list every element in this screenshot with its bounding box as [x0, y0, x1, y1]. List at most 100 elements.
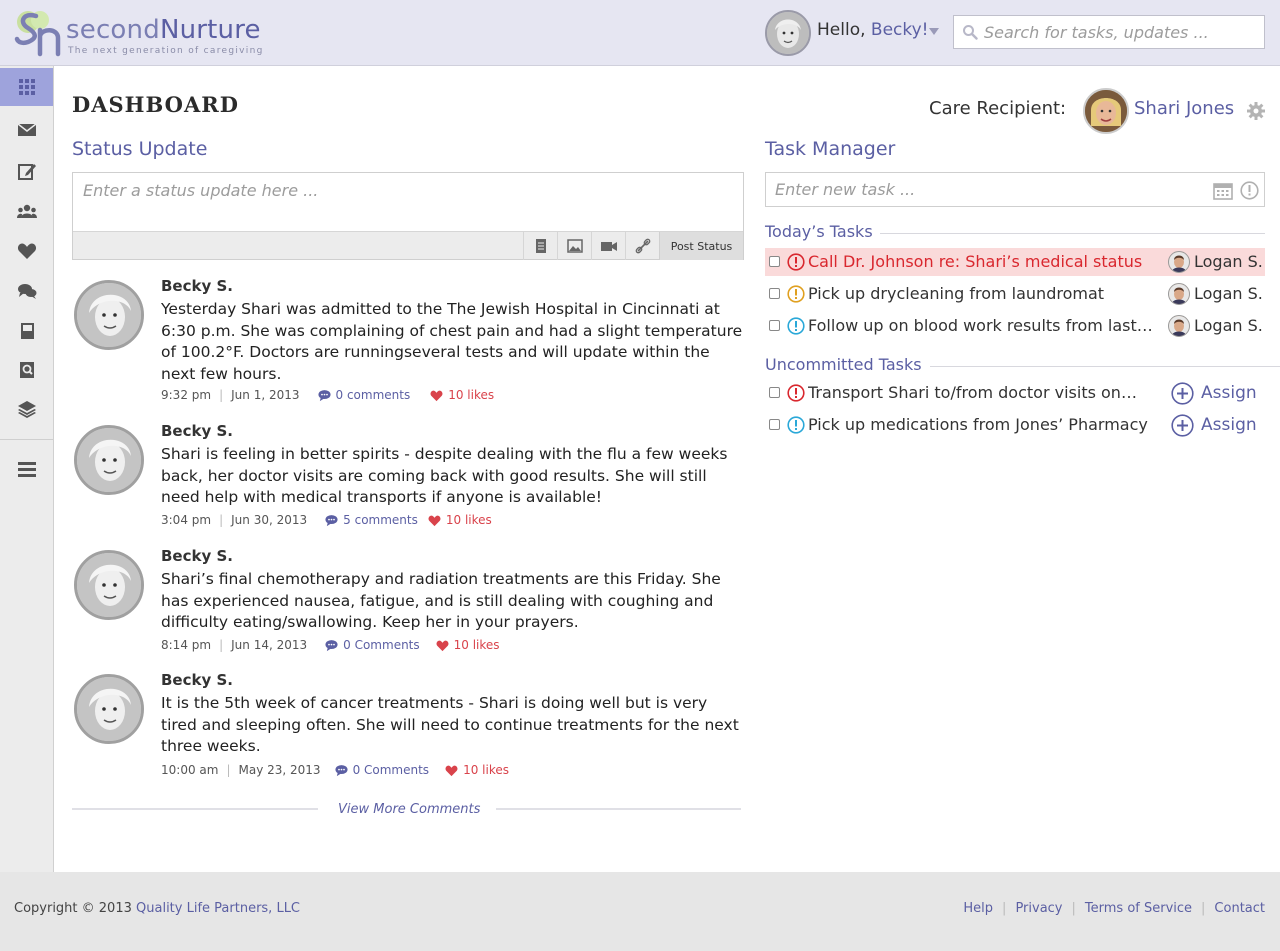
comment-icon — [325, 639, 338, 651]
likes-link[interactable]: 10 likes — [430, 388, 494, 402]
task-checkbox[interactable] — [769, 256, 780, 267]
divider-line — [930, 366, 1280, 367]
comments-link[interactable]: 0 Comments — [325, 638, 420, 652]
company-link[interactable]: Quality Life Partners, LLC — [136, 901, 300, 916]
user-menu-name[interactable]: Becky! — [871, 20, 929, 40]
task-checkbox[interactable] — [769, 288, 780, 299]
comments-link[interactable]: 0 Comments — [335, 763, 429, 777]
task-row[interactable]: Transport Shari to/from doctor visits on… — [765, 379, 1265, 407]
comments-link[interactable]: 0 comments — [317, 388, 410, 402]
sidebar-item-documents[interactable] — [0, 351, 53, 389]
heart-icon — [17, 243, 36, 259]
assignee-avatar — [1168, 315, 1190, 337]
logo-tagline: The next generation of caregiving — [68, 46, 264, 56]
post-author-avatar[interactable] — [74, 425, 144, 495]
sidebar-item-circle[interactable] — [0, 193, 53, 231]
likes-link[interactable]: 10 likes — [445, 763, 509, 777]
task-assignee[interactable]: Logan S. — [1194, 252, 1263, 271]
view-more-comments-link[interactable]: View More Comments — [338, 802, 480, 817]
post-body: Shari is feeling in better spirits - des… — [161, 445, 728, 506]
footer-links: Help | Privacy | Terms of Service | Contact — [963, 901, 1265, 916]
attach-photo-button[interactable] — [557, 232, 591, 260]
privacy-link[interactable]: Privacy — [1015, 901, 1062, 916]
attach-link-button[interactable] — [625, 232, 659, 260]
likes-link[interactable]: 10 likes — [428, 513, 492, 527]
task-title[interactable]: Transport Shari to/from doctor visits on… — [808, 383, 1138, 402]
divider-line — [72, 808, 318, 810]
care-recipient-label: Care Recipient: — [929, 98, 1067, 119]
terms-link[interactable]: Terms of Service — [1085, 901, 1192, 916]
meta-divider: | — [219, 513, 224, 527]
user-avatar[interactable] — [765, 10, 811, 56]
assign-button[interactable]: Assign — [1171, 413, 1257, 437]
alert-high-icon — [787, 384, 805, 402]
sidebar-item-dashboard[interactable] — [0, 68, 53, 106]
task-row[interactable]: Call Dr. Johnson re: Shari’s medical sta… — [765, 248, 1265, 276]
priority-icon[interactable] — [1240, 181, 1259, 200]
search-icon — [963, 25, 978, 40]
new-task-input[interactable] — [775, 173, 1205, 206]
task-title[interactable]: Pick up drycleaning from laundromat — [808, 284, 1158, 303]
search-input[interactable] — [984, 16, 1260, 48]
assignee-avatar — [1168, 251, 1190, 273]
post-author-avatar[interactable] — [74, 280, 144, 350]
care-recipient-avatar[interactable] — [1083, 88, 1129, 134]
footer: Copyright © 2013 Quality Life Partners, … — [0, 872, 1280, 951]
search-doc-icon — [19, 362, 34, 378]
help-link[interactable]: Help — [963, 901, 993, 916]
post-status-button[interactable]: Post Status — [659, 232, 743, 260]
contact-link[interactable]: Contact — [1214, 901, 1265, 916]
task-title[interactable]: Call Dr. Johnson re: Shari’s medical sta… — [808, 252, 1158, 271]
task-title[interactable]: Follow up on blood work results from las… — [808, 316, 1154, 335]
post-date: May 23, 2013 — [238, 763, 321, 777]
attach-document-button[interactable] — [523, 232, 557, 260]
task-row[interactable]: Follow up on blood work results from las… — [765, 312, 1265, 340]
post-body: Shari’s final chemotherapy and radiation… — [161, 570, 721, 631]
task-checkbox[interactable] — [769, 387, 780, 398]
likes-link[interactable]: 10 likes — [436, 638, 500, 652]
calendar-icon[interactable] — [1213, 182, 1233, 200]
sidebar-item-menu[interactable] — [0, 450, 53, 488]
sidebar-item-favorites[interactable] — [0, 232, 53, 270]
sidebar-item-messages[interactable] — [0, 111, 53, 149]
post-author-avatar[interactable] — [74, 550, 144, 620]
page-title: DASHBOARD — [72, 92, 239, 117]
meta-divider: | — [226, 763, 231, 777]
task-assignee[interactable]: Logan S. — [1194, 284, 1263, 303]
attach-video-button[interactable] — [591, 232, 625, 260]
meta-divider: | — [219, 388, 224, 402]
post-time: 9:32 pm — [161, 388, 212, 402]
assign-button[interactable]: Assign — [1171, 381, 1257, 405]
sidebar-item-resources[interactable] — [0, 390, 53, 428]
sidebar-item-journal[interactable] — [0, 312, 53, 350]
task-manager-title: Task Manager — [765, 138, 896, 160]
alert-medium-icon — [787, 285, 805, 303]
sidebar-item-compose[interactable] — [0, 152, 53, 190]
link-divider: | — [1071, 901, 1076, 916]
logo[interactable]: secondNurture The next generation of car… — [14, 8, 262, 58]
gear-icon[interactable] — [1247, 102, 1265, 120]
assignee-avatar — [1168, 283, 1190, 305]
link-divider: | — [1002, 901, 1007, 916]
uncommitted-tasks-heading: Uncommitted Tasks — [765, 355, 922, 374]
greeting: Hello, Becky! — [817, 20, 929, 40]
care-recipient-name[interactable]: Shari Jones — [1134, 98, 1234, 119]
sidebar-item-discussions[interactable] — [0, 272, 53, 310]
post-author[interactable]: Becky S. — [161, 547, 233, 565]
alert-high-icon — [787, 253, 805, 271]
post-author-avatar[interactable] — [74, 674, 144, 744]
task-row[interactable]: Pick up medications from Jones’ Pharmacy… — [765, 411, 1265, 439]
task-checkbox[interactable] — [769, 320, 780, 331]
post-author[interactable]: Becky S. — [161, 277, 233, 295]
post-author[interactable]: Becky S. — [161, 422, 233, 440]
task-checkbox[interactable] — [769, 419, 780, 430]
chevron-down-icon[interactable] — [929, 28, 939, 35]
document-icon — [535, 239, 546, 253]
comments-link[interactable]: 5 comments — [325, 513, 418, 527]
status-input[interactable] — [83, 181, 733, 229]
task-row[interactable]: Pick up drycleaning from laundromat Loga… — [765, 280, 1265, 308]
task-title[interactable]: Pick up medications from Jones’ Pharmacy — [808, 415, 1158, 434]
post-author[interactable]: Becky S. — [161, 671, 233, 689]
task-assignee[interactable]: Logan S. — [1194, 316, 1263, 335]
avatar-photo — [1169, 252, 1189, 272]
